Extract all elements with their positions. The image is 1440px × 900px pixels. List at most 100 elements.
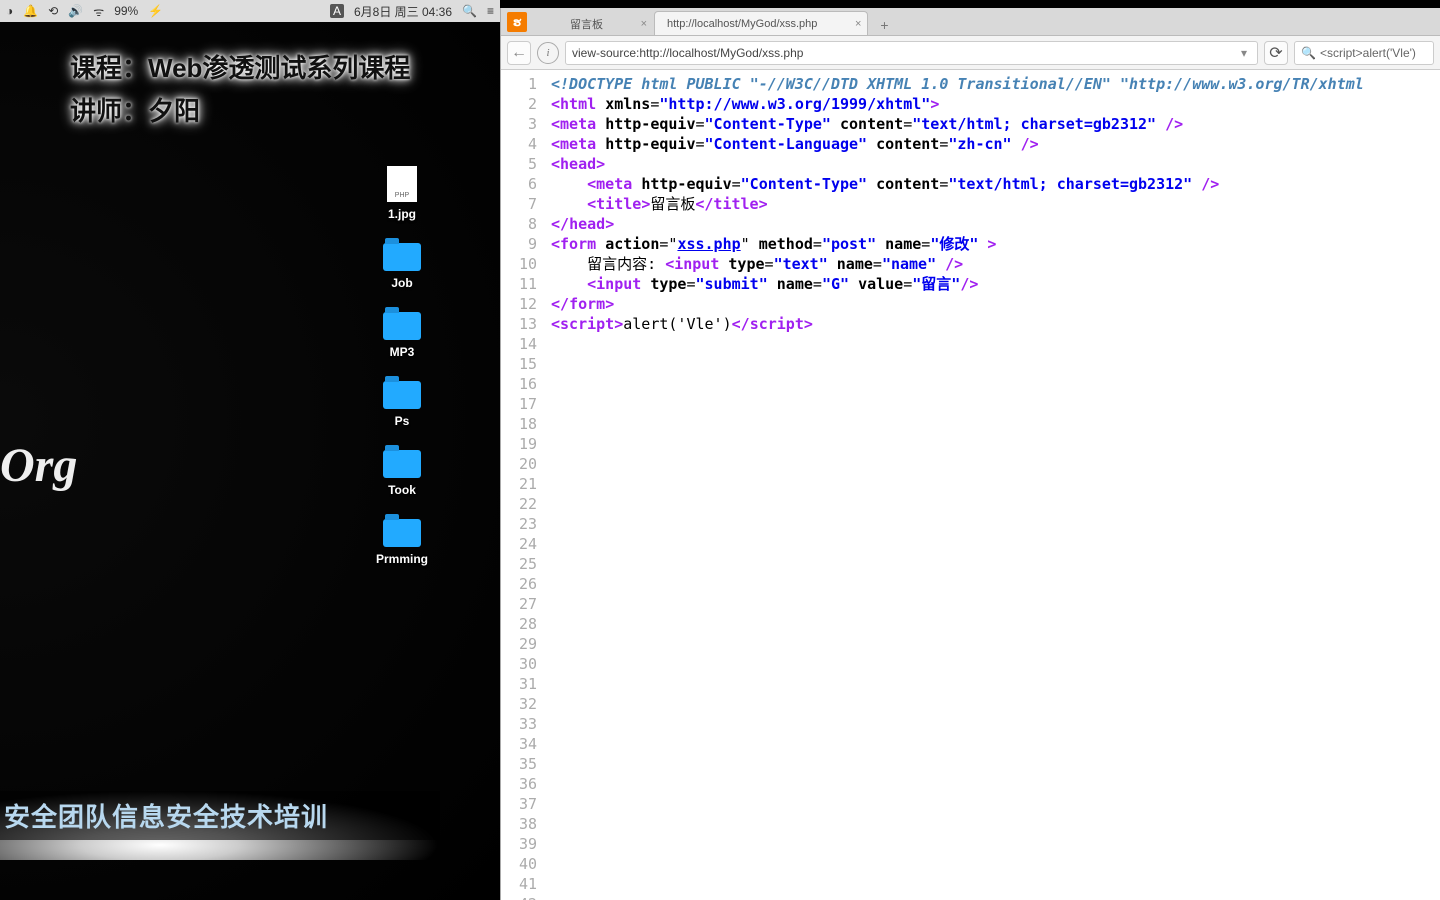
desktop-background: ◑ 🔔 ⟲ 🔊 ᯤ 99% ⚡ A 6月8日 周三 04:36 🔍 ≡ 课程：W… <box>0 0 500 900</box>
line-number: 32 <box>501 694 537 714</box>
desktop-icon-1.jpg[interactable]: 1.jpg <box>387 166 417 221</box>
line-number: 2 <box>501 94 537 114</box>
tab-strip: ຮ 留言板× http://localhost/MyGod/xss.php × + <box>501 8 1440 36</box>
reload-icon: ⟳ <box>1269 43 1282 63</box>
source-line <box>551 434 1364 454</box>
source-line <box>551 714 1364 734</box>
search-bar[interactable]: 🔍 <script>alert('Vle') <box>1294 41 1434 65</box>
line-number: 30 <box>501 654 537 674</box>
source-line <box>551 614 1364 634</box>
tab-close-icon[interactable]: × <box>641 18 647 30</box>
desktop-icon-job[interactable]: Job <box>383 243 421 290</box>
background-logo-text: Org <box>0 438 77 493</box>
folder-icon <box>383 312 421 340</box>
xampp-tab-icon[interactable]: ຮ <box>507 12 527 32</box>
line-number: 35 <box>501 754 537 774</box>
line-number: 16 <box>501 374 537 394</box>
search-bar-value: <script>alert('Vle') <box>1320 46 1416 60</box>
source-line <box>551 734 1364 754</box>
browser-tab-0[interactable]: 留言板× <box>557 11 654 35</box>
source-line: <title>留言板</title> <box>551 194 1364 214</box>
source-line <box>551 534 1364 554</box>
notifications-icon[interactable]: 🔔 <box>23 4 38 18</box>
search-icon: 🔍 <box>1301 46 1316 60</box>
source-line: <meta http-equiv="Content-Language" cont… <box>551 134 1364 154</box>
menu-list-icon[interactable]: ≡ <box>487 4 494 18</box>
finder-icon[interactable]: ◑ <box>6 4 13 18</box>
tab-label: http://localhost/MyGod/xss.php <box>667 18 817 30</box>
macos-menubar: ◑ 🔔 ⟲ 🔊 ᯤ 99% ⚡ A 6月8日 周三 04:36 🔍 ≡ <box>0 0 500 22</box>
line-number: 27 <box>501 594 537 614</box>
source-line: <head> <box>551 154 1364 174</box>
tab-close-icon[interactable]: × <box>855 18 861 30</box>
source-line <box>551 874 1364 894</box>
address-bar-text: view-source:http://localhost/MyGod/xss.p… <box>572 46 803 60</box>
firefox-window: ຮ 留言板×http://localhost/MyGod/xss.php× + … <box>500 8 1440 900</box>
source-line <box>551 814 1364 834</box>
source-line <box>551 334 1364 354</box>
source-line <box>551 414 1364 434</box>
line-number: 1 <box>501 74 537 94</box>
line-number: 25 <box>501 554 537 574</box>
address-bar[interactable]: view-source:http://localhost/MyGod/xss.p… <box>565 41 1258 65</box>
line-number: 38 <box>501 814 537 834</box>
line-number: 7 <box>501 194 537 214</box>
source-line <box>551 474 1364 494</box>
desktop-icon-prmming[interactable]: Prmming <box>376 519 428 566</box>
input-method-icon[interactable]: A <box>330 4 344 18</box>
view-source-panel[interactable]: 1234567891011121314151617181920212223242… <box>501 70 1440 900</box>
line-number: 12 <box>501 294 537 314</box>
desktop-icon-ps[interactable]: Ps <box>383 381 421 428</box>
volume-icon[interactable]: 🔊 <box>68 4 83 18</box>
desktop-icon-took[interactable]: Took <box>383 450 421 497</box>
source-line <box>551 654 1364 674</box>
line-number: 10 <box>501 254 537 274</box>
site-info-button[interactable]: i <box>537 42 559 64</box>
source-line: <input type="submit" name="G" value="留言"… <box>551 274 1364 294</box>
line-number: 11 <box>501 274 537 294</box>
source-line <box>551 754 1364 774</box>
line-number: 34 <box>501 734 537 754</box>
desktop-icon-label: Took <box>388 483 416 497</box>
new-tab-button[interactable]: + <box>872 17 896 33</box>
desktop-icons-column: 1.jpg Job MP3 Ps Took Prmming <box>376 166 428 566</box>
desktop-icon-label: MP3 <box>390 345 415 359</box>
source-line <box>551 574 1364 594</box>
source-code[interactable]: <!DOCTYPE html PUBLIC "-//W3C//DTD XHTML… <box>545 70 1364 900</box>
line-number: 14 <box>501 334 537 354</box>
sync-icon[interactable]: ⟲ <box>48 4 58 18</box>
source-line: <!DOCTYPE html PUBLIC "-//W3C//DTD XHTML… <box>551 74 1364 94</box>
file-icon <box>387 166 417 202</box>
line-number: 3 <box>501 114 537 134</box>
line-number: 29 <box>501 634 537 654</box>
battery-percent: 99% <box>114 4 138 18</box>
source-line <box>551 834 1364 854</box>
line-number: 18 <box>501 414 537 434</box>
source-line <box>551 674 1364 694</box>
source-line: <form action="xss.php" method="post" nam… <box>551 234 1364 254</box>
source-line <box>551 694 1364 714</box>
course-title: 课程：Web渗透测试系列课程 <box>70 48 410 85</box>
folder-icon <box>383 450 421 478</box>
battery-charging-icon: ⚡ <box>148 4 163 18</box>
line-number: 23 <box>501 514 537 534</box>
line-number: 31 <box>501 674 537 694</box>
wifi-icon[interactable]: ᯤ <box>93 3 104 20</box>
folder-icon <box>383 519 421 547</box>
desktop-icon-mp3[interactable]: MP3 <box>383 312 421 359</box>
reload-button[interactable]: ⟳ <box>1264 41 1288 65</box>
line-number: 22 <box>501 494 537 514</box>
course-teacher: 讲师：夕阳 <box>70 91 410 128</box>
line-number: 42 <box>501 894 537 900</box>
line-number: 9 <box>501 234 537 254</box>
line-number: 37 <box>501 794 537 814</box>
line-number: 24 <box>501 534 537 554</box>
source-line: <script>alert('Vle')</script> <box>551 314 1364 334</box>
source-line <box>551 854 1364 874</box>
browser-tab-1[interactable]: http://localhost/MyGod/xss.php × <box>654 11 868 35</box>
back-button[interactable]: ← <box>507 41 531 65</box>
urlbar-dropdown-icon[interactable]: ▾ <box>1237 46 1251 60</box>
line-number: 28 <box>501 614 537 634</box>
spotlight-icon[interactable]: 🔍 <box>462 4 477 18</box>
folder-icon <box>383 243 421 271</box>
